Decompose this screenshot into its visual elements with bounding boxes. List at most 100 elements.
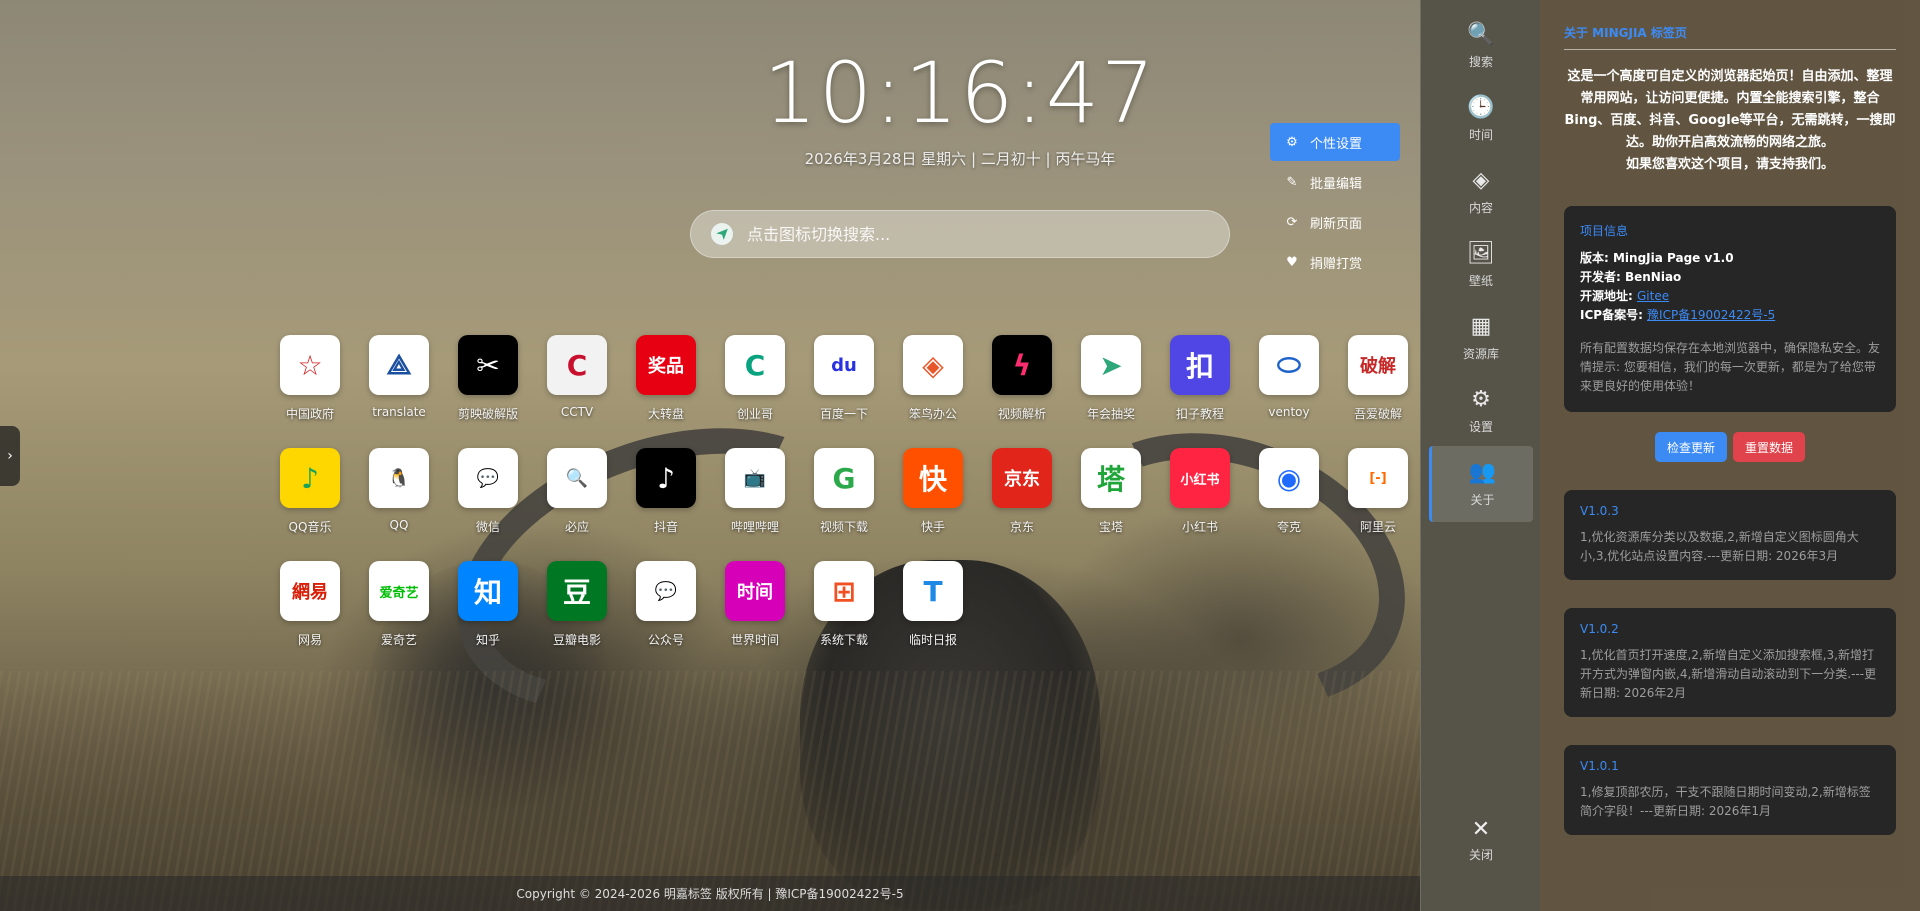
action-label: 批量编辑	[1310, 176, 1363, 192]
search-engine-icon[interactable]	[711, 223, 733, 245]
project-icp: ICP备案号: 豫ICP备19002422号-5	[1580, 306, 1880, 325]
site-icon-glyph: C	[744, 348, 766, 382]
site-icon: [-]	[1348, 448, 1408, 508]
action-donate[interactable]: ♥ 捐赠打赏	[1270, 243, 1400, 281]
search-input[interactable]	[747, 224, 1229, 244]
nav-item-layers[interactable]: ◈ 内容	[1429, 154, 1533, 230]
site-icon: ⊞	[814, 561, 874, 621]
site-shortcut[interactable]: ☆ 中国政府	[270, 335, 350, 422]
action-label: 刷新页面	[1310, 216, 1363, 232]
clock-time: 10:16:47	[763, 44, 1157, 142]
site-label: 剪映破解版	[457, 407, 518, 421]
left-panel-toggle[interactable]: ›	[0, 426, 20, 486]
site-shortcut[interactable]: 奖品 大转盘	[626, 335, 706, 422]
site-shortcut[interactable]: 爱奇艺 爱奇艺	[359, 561, 439, 648]
site-shortcut[interactable]: 破解 吾爱破解	[1338, 335, 1418, 422]
site-icon-glyph: ⟁	[386, 348, 412, 381]
site-shortcut[interactable]: ϟ 视频解析	[982, 335, 1062, 422]
site-shortcut[interactable]: 快快手	[893, 448, 973, 535]
site-icon: 🔍	[547, 448, 607, 508]
site-icon-glyph: 扣	[1185, 350, 1214, 383]
site-shortcut[interactable]: 網易 网易	[270, 561, 350, 648]
nav-item-gear[interactable]: ⚙ 设置	[1429, 373, 1533, 449]
site-icon-glyph: 小红书	[1180, 472, 1220, 488]
gear-icon: ⚙	[1286, 134, 1298, 150]
nav-item-boxes[interactable]: ▦ 资源库	[1429, 300, 1533, 376]
action-refresh-page[interactable]: ⟳ 刷新页面	[1270, 203, 1400, 241]
site-label: 知乎	[475, 633, 500, 647]
site-icon: 奖品	[636, 335, 696, 395]
site-shortcut[interactable]: C 创业哥	[715, 335, 795, 422]
chevron-right-icon: ›	[7, 448, 13, 464]
site-icon-glyph: 时间	[737, 582, 773, 603]
version-list: V1.0.3 1,优化资源库分类以及数据,2,新增自定义图标圆角大小,3,优化站点…	[1564, 490, 1896, 835]
reset-data-button[interactable]: 重置数据	[1733, 432, 1806, 462]
action-batch-edit[interactable]: ✎ 批量编辑	[1270, 163, 1400, 201]
site-shortcut[interactable]: du 百度一下	[804, 335, 884, 422]
site-shortcut[interactable]: 📺 哔哩哔哩	[715, 448, 795, 535]
boxes-icon: ▦	[1470, 314, 1492, 339]
icp-link[interactable]: 豫ICP备19002422号-5	[1647, 308, 1775, 322]
check-update-button[interactable]: 检查更新	[1654, 432, 1727, 462]
site-label: 百度一下	[819, 407, 868, 421]
site-shortcut[interactable]: 🐧 QQ	[359, 448, 439, 532]
site-icon: 时间	[725, 561, 785, 621]
site-label: 宝塔	[1098, 520, 1123, 534]
site-icon-glyph: ♪	[301, 461, 319, 495]
site-shortcut[interactable]: 小红书 小红书	[1160, 448, 1240, 535]
site-label: 必应	[564, 520, 589, 534]
site-shortcut[interactable]: 知知乎	[448, 561, 528, 648]
site-shortcut[interactable]: ♪ 抖音	[626, 448, 706, 535]
site-shortcut[interactable]: ♪ QQ音乐	[270, 448, 350, 535]
action-menu: ⚙ 个性设置 ✎ 批量编辑 ⟳ 刷新页面 ♥ 捐赠打赏	[1270, 123, 1400, 283]
site-label: 视频解析	[997, 407, 1046, 421]
site-shortcut[interactable]: 时间 世界时间	[715, 561, 795, 648]
site-shortcut[interactable]: C CCTV	[537, 335, 617, 419]
site-shortcut[interactable]: 🔍 必应	[537, 448, 617, 535]
site-shortcut[interactable]: ⊞ 系统下载	[804, 561, 884, 648]
site-shortcut[interactable]: 💬 微信	[448, 448, 528, 535]
site-label: 夸克	[1276, 520, 1301, 534]
site-shortcut[interactable]: G 视频下载	[804, 448, 884, 535]
site-label: translate	[372, 405, 426, 419]
site-icon: 網易	[280, 561, 340, 621]
site-icon: 快	[903, 448, 963, 508]
site-shortcut[interactable]: ✂ 剪映破解版	[448, 335, 528, 422]
site-shortcut[interactable]: [-] 阿里云	[1338, 448, 1418, 535]
nav-item-clock[interactable]: 🕒 时间	[1429, 81, 1533, 157]
site-shortcut[interactable]: ⟁ translate	[359, 335, 439, 419]
nav-label: 内容	[1468, 201, 1493, 215]
site-icon: 京东	[992, 448, 1052, 508]
nav-item-search[interactable]: 🔍 搜索	[1429, 8, 1533, 84]
site-shortcut[interactable]: ➤ 年会抽奖	[1071, 335, 1151, 422]
close-label: 关闭	[1468, 848, 1493, 862]
nav-item-image[interactable]: 🖼 壁纸	[1429, 227, 1533, 303]
site-label: 中国政府	[285, 407, 334, 421]
site-label: 大转盘	[647, 407, 684, 421]
site-icon-glyph: ϟ	[1012, 348, 1032, 382]
nav-label: 壁纸	[1468, 274, 1493, 288]
site-icon-glyph: 🔍	[565, 467, 589, 489]
site-label: 京东	[1009, 520, 1034, 534]
users-icon: 👥	[1468, 460, 1497, 485]
site-shortcut[interactable]: 扣扣子教程	[1160, 335, 1240, 422]
site-shortcut[interactable]: 京东 京东	[982, 448, 1062, 535]
site-shortcut[interactable]: ⬭ ventoy	[1249, 335, 1329, 419]
site-icon: ✂	[458, 335, 518, 395]
version-card: V1.0.1 1,修复顶部农历，干支不跟随日期时间变动,2,新增标签简介字段！--…	[1564, 745, 1896, 835]
close-button[interactable]: ✕ 关闭	[1429, 810, 1533, 870]
site-shortcut[interactable]: 豆豆瓣电影	[537, 561, 617, 648]
clock-date: 2026年3月28日 星期六 | 二月初十 | 丙午马年	[804, 150, 1116, 168]
close-icon: ✕	[1471, 817, 1491, 842]
site-icon: 扣	[1170, 335, 1230, 395]
source-link[interactable]: Gitee	[1637, 289, 1669, 303]
site-shortcut[interactable]: 💬 公众号	[626, 561, 706, 648]
site-shortcut[interactable]: 塔宝塔	[1071, 448, 1151, 535]
site-icon-glyph: ⬭	[1277, 348, 1301, 381]
site-shortcut[interactable]: T 临时日报	[893, 561, 973, 648]
site-shortcut[interactable]: ◉ 夸克	[1249, 448, 1329, 535]
version-text: 1,修复顶部农历，干支不跟随日期时间变动,2,新增标签简介字段！---更新日期:…	[1580, 785, 1871, 818]
site-shortcut[interactable]: ◈ 笨鸟办公	[893, 335, 973, 422]
action-personal-settings[interactable]: ⚙ 个性设置	[1270, 123, 1400, 161]
nav-item-users[interactable]: 👥 关于	[1429, 446, 1533, 522]
